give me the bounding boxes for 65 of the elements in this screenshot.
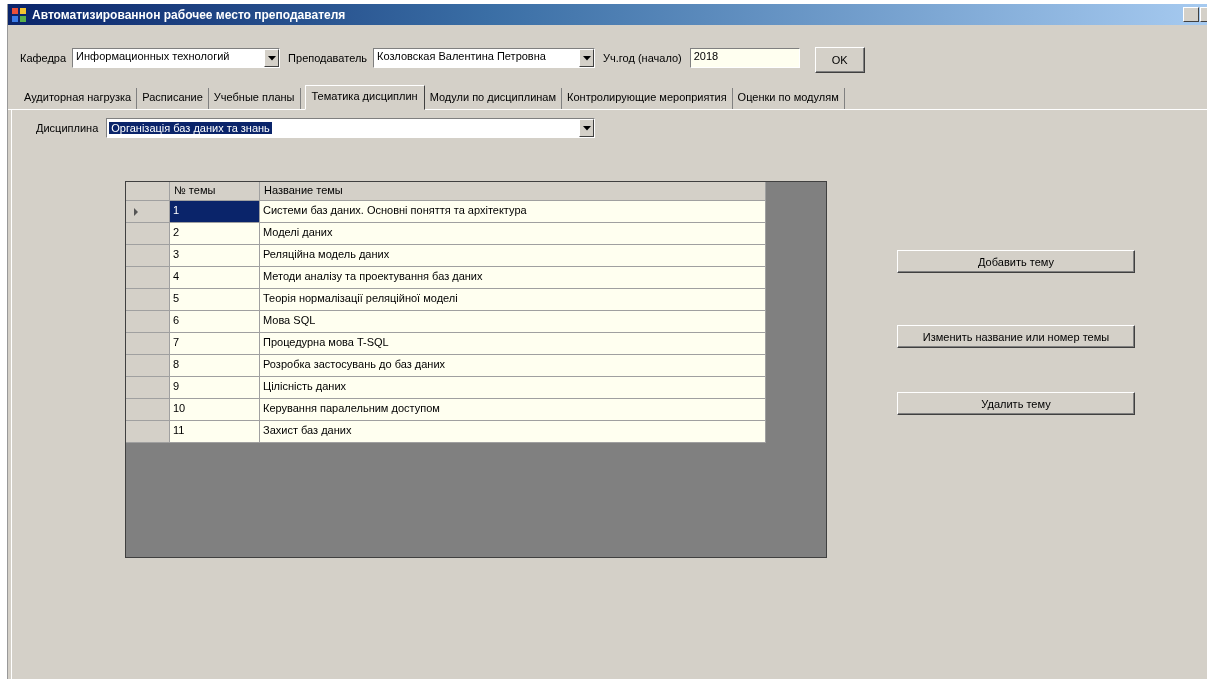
tab[interactable]: Тематика дисциплин bbox=[304, 85, 425, 110]
tab[interactable]: Модули по дисциплинам bbox=[424, 88, 563, 109]
row-pointer-icon bbox=[134, 207, 138, 216]
table-cell[interactable]: 2 bbox=[170, 223, 260, 244]
action-button[interactable]: Удалить тему bbox=[897, 392, 1135, 415]
row-header[interactable] bbox=[126, 333, 170, 354]
row-header[interactable] bbox=[126, 399, 170, 420]
year-input-field[interactable]: 2018 bbox=[689, 48, 800, 68]
app-icon bbox=[11, 6, 27, 23]
row-header[interactable] bbox=[126, 311, 170, 332]
table-cell[interactable]: 6 bbox=[170, 311, 260, 332]
dropdown-button[interactable] bbox=[264, 49, 280, 67]
table-cell[interactable]: Розробка застосувань до баз даних bbox=[260, 355, 766, 376]
table-cell[interactable]: 8 bbox=[170, 355, 260, 376]
row-header[interactable] bbox=[126, 267, 170, 288]
caret-icon bbox=[582, 55, 591, 61]
table-cell[interactable]: 4 bbox=[170, 267, 260, 288]
dropdown-button[interactable] bbox=[579, 49, 595, 67]
column-header[interactable]: № темы bbox=[170, 182, 260, 200]
tab[interactable]: Учебные планы bbox=[208, 88, 301, 109]
table-cell[interactable]: 11 bbox=[170, 421, 260, 442]
field-label: Уч.год (начало) bbox=[603, 52, 682, 64]
row-header[interactable] bbox=[126, 223, 170, 244]
combo-box[interactable]: Информационных технологий bbox=[72, 48, 281, 68]
row-header[interactable] bbox=[126, 377, 170, 398]
row-header[interactable] bbox=[126, 421, 170, 442]
tab[interactable]: Контролирующие мероприятия bbox=[562, 88, 733, 109]
row-header[interactable] bbox=[126, 245, 170, 266]
table-cell[interactable]: 7 bbox=[170, 333, 260, 354]
table-cell[interactable]: Системи баз даних. Основні поняття та архітектура bbox=[260, 201, 766, 222]
table-cell[interactable]: 1 bbox=[170, 201, 260, 222]
action-button[interactable]: Изменить название или номер темы bbox=[897, 325, 1135, 348]
maximize-button[interactable] bbox=[1200, 7, 1207, 22]
table-cell[interactable]: Мова SQL bbox=[260, 311, 766, 332]
row-header[interactable] bbox=[126, 355, 170, 376]
caret-icon bbox=[267, 55, 276, 61]
table-cell[interactable]: Реляційна модель даних bbox=[260, 245, 766, 266]
tab[interactable]: Оценки по модулям bbox=[732, 88, 845, 109]
row-header[interactable] bbox=[126, 289, 170, 310]
field-label: Кафедра bbox=[20, 52, 67, 64]
field-label: Дисциплина bbox=[36, 122, 99, 134]
minimize-button[interactable] bbox=[1183, 7, 1199, 22]
table-cell[interactable]: Цілісність даних bbox=[260, 377, 766, 398]
dropdown-button[interactable] bbox=[579, 119, 595, 137]
tab[interactable]: Аудиторная нагрузка bbox=[19, 88, 138, 109]
table-cell[interactable]: 10 bbox=[170, 399, 260, 420]
table-cell[interactable]: 5 bbox=[170, 289, 260, 310]
table-cell[interactable]: 3 bbox=[170, 245, 260, 266]
table-cell[interactable]: 9 bbox=[170, 377, 260, 398]
table-cell[interactable]: Методи аналізу та проектування баз даних bbox=[260, 267, 766, 288]
table-cell[interactable]: Теорія нормалізації реляційної моделі bbox=[260, 289, 766, 310]
tab[interactable]: Расписание bbox=[137, 88, 209, 109]
window-title: Автоматизированнон рабочее место преподавателя bbox=[32, 7, 346, 22]
table-cell[interactable]: Процедурна мова T-SQL bbox=[260, 333, 766, 354]
table-cell[interactable]: Керування паралельним доступом bbox=[260, 399, 766, 420]
ok-button[interactable]: OK bbox=[814, 47, 865, 73]
field-label: Преподаватель bbox=[288, 52, 368, 64]
caret-icon bbox=[582, 125, 591, 131]
table-cell[interactable]: Моделі даних bbox=[260, 223, 766, 244]
row-header[interactable] bbox=[126, 201, 170, 222]
table-cell[interactable]: Захист баз даних bbox=[260, 421, 766, 442]
discipline-combo-box[interactable]: Організація баз даних та знань bbox=[106, 118, 596, 138]
column-header[interactable]: Название темы bbox=[260, 182, 766, 200]
action-button[interactable]: Добавить тему bbox=[897, 250, 1135, 273]
combo-box[interactable]: Козловская Валентина Петровна bbox=[373, 48, 596, 68]
